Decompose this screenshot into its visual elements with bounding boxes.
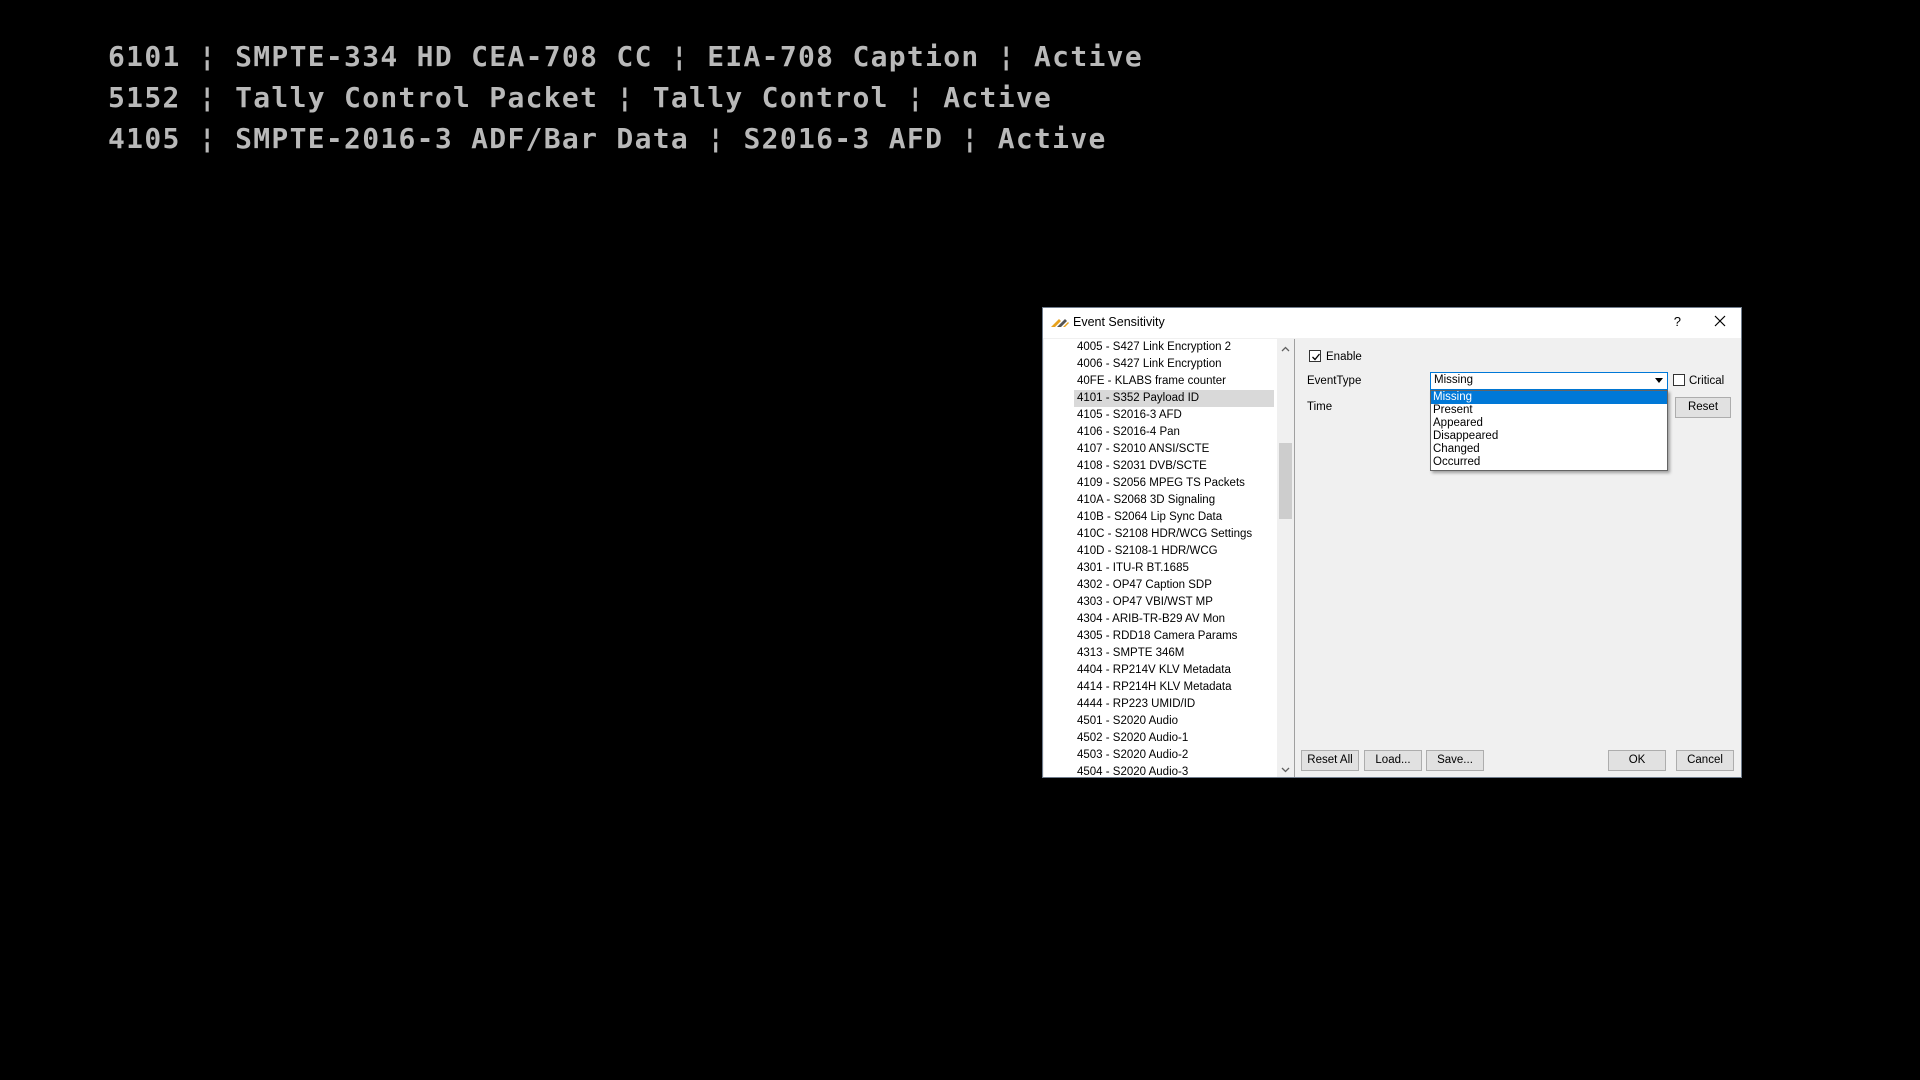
list-item[interactable]: 4504 - S2020 Audio-3: [1074, 764, 1274, 777]
list-item[interactable]: 40FE - KLABS frame counter: [1074, 373, 1274, 390]
enable-label: Enable: [1326, 351, 1362, 363]
checkmark-icon: [1312, 353, 1321, 361]
scroll-thumb[interactable]: [1279, 443, 1292, 519]
terminal-line: 5152 ¦ Tally Control Packet ¦ Tally Cont…: [108, 81, 1053, 114]
eventtype-label: EventType: [1307, 375, 1362, 387]
eventtype-value: Missing: [1434, 374, 1473, 386]
close-icon: [1714, 315, 1726, 327]
list-item[interactable]: 4006 - S427 Link Encryption: [1074, 356, 1274, 373]
list-item[interactable]: 4107 - S2010 ANSI/SCTE: [1074, 441, 1274, 458]
list-item[interactable]: 4404 - RP214V KLV Metadata: [1074, 662, 1274, 679]
chevron-down-icon: [1281, 767, 1290, 773]
list-item[interactable]: 4304 - ARIB-TR-B29 AV Mon: [1074, 611, 1274, 628]
list-item[interactable]: 410A - S2068 3D Signaling: [1074, 492, 1274, 509]
list-item[interactable]: 4301 - ITU-R BT.1685: [1074, 560, 1274, 577]
enable-checkbox[interactable]: [1309, 350, 1321, 362]
list-item[interactable]: 4101 - S352 Payload ID: [1074, 390, 1274, 407]
terminal-line: 6101 ¦ SMPTE-334 HD CEA-708 CC ¦ EIA-708…: [108, 40, 1143, 73]
dropdown-option[interactable]: Appeared: [1431, 417, 1667, 430]
time-label: Time: [1307, 401, 1333, 413]
terminal-output: 6101 ¦ SMPTE-334 HD CEA-708 CC ¦ EIA-708…: [108, 36, 1143, 159]
list-item[interactable]: 4105 - S2016-3 AFD: [1074, 407, 1274, 424]
dropdown-arrow-icon[interactable]: [1655, 378, 1663, 383]
list-item[interactable]: 4108 - S2031 DVB/SCTE: [1074, 458, 1274, 475]
list-item[interactable]: 4109 - S2056 MPEG TS Packets: [1074, 475, 1274, 492]
list-item[interactable]: 410C - S2108 HDR/WCG Settings: [1074, 526, 1274, 543]
list-scrollbar[interactable]: [1277, 339, 1294, 777]
dropdown-option[interactable]: Missing: [1431, 391, 1667, 404]
scroll-down-button[interactable]: [1277, 760, 1294, 777]
event-sensitivity-dialog: Event Sensitivity ? 4005 - S427 Link Enc…: [1042, 307, 1742, 778]
list-item[interactable]: 410B - S2064 Lip Sync Data: [1074, 509, 1274, 526]
scroll-up-button[interactable]: [1277, 339, 1294, 356]
dropdown-option[interactable]: Changed: [1431, 443, 1667, 456]
chevron-up-icon: [1281, 346, 1290, 352]
dropdown-option[interactable]: Present: [1431, 404, 1667, 417]
critical-checkbox[interactable]: [1673, 374, 1685, 386]
event-list[interactable]: 4005 - S427 Link Encryption 2 4006 - S427…: [1044, 339, 1295, 777]
list-item[interactable]: 4503 - S2020 Audio-2: [1074, 747, 1274, 764]
dialog-title: Event Sensitivity: [1073, 315, 1165, 329]
ok-button[interactable]: OK: [1608, 750, 1666, 771]
dialog-titlebar[interactable]: Event Sensitivity ?: [1043, 308, 1741, 338]
reset-button[interactable]: Reset: [1675, 397, 1731, 418]
eventtype-dropdown-list: Missing Present Appeared Disappeared Changed…: [1430, 390, 1668, 471]
list-item[interactable]: 4444 - RP223 UMID/ID: [1074, 696, 1274, 713]
eventtype-select[interactable]: Missing: [1430, 372, 1668, 390]
list-item[interactable]: 4305 - RDD18 Camera Params: [1074, 628, 1274, 645]
list-item[interactable]: 4303 - OP47 VBI/WST MP: [1074, 594, 1274, 611]
list-item[interactable]: 4313 - SMPTE 346M: [1074, 645, 1274, 662]
list-item[interactable]: 4502 - S2020 Audio-1: [1074, 730, 1274, 747]
help-button[interactable]: ?: [1674, 314, 1681, 329]
list-item[interactable]: 4501 - S2020 Audio: [1074, 713, 1274, 730]
list-item[interactable]: 4302 - OP47 Caption SDP: [1074, 577, 1274, 594]
list-item[interactable]: 4005 - S427 Link Encryption 2: [1074, 339, 1274, 356]
list-item[interactable]: 4106 - S2016-4 Pan: [1074, 424, 1274, 441]
close-button[interactable]: [1711, 311, 1729, 331]
event-list-items: 4005 - S427 Link Encryption 2 4006 - S427…: [1074, 339, 1274, 777]
terminal-line: 4105 ¦ SMPTE-2016-3 ADF/Bar Data ¦ S2016…: [108, 122, 1107, 155]
app-logo-icon: [1051, 319, 1069, 327]
save-button[interactable]: Save...: [1426, 750, 1484, 771]
critical-label: Critical: [1689, 375, 1725, 387]
dropdown-option[interactable]: Occurred: [1431, 456, 1667, 469]
list-item[interactable]: 410D - S2108-1 HDR/WCG: [1074, 543, 1274, 560]
dropdown-option[interactable]: Disappeared: [1431, 430, 1667, 443]
reset-all-button[interactable]: Reset All: [1301, 750, 1359, 771]
load-button[interactable]: Load...: [1364, 750, 1422, 771]
list-item[interactable]: 4414 - RP214H KLV Metadata: [1074, 679, 1274, 696]
cancel-button[interactable]: Cancel: [1676, 750, 1734, 771]
